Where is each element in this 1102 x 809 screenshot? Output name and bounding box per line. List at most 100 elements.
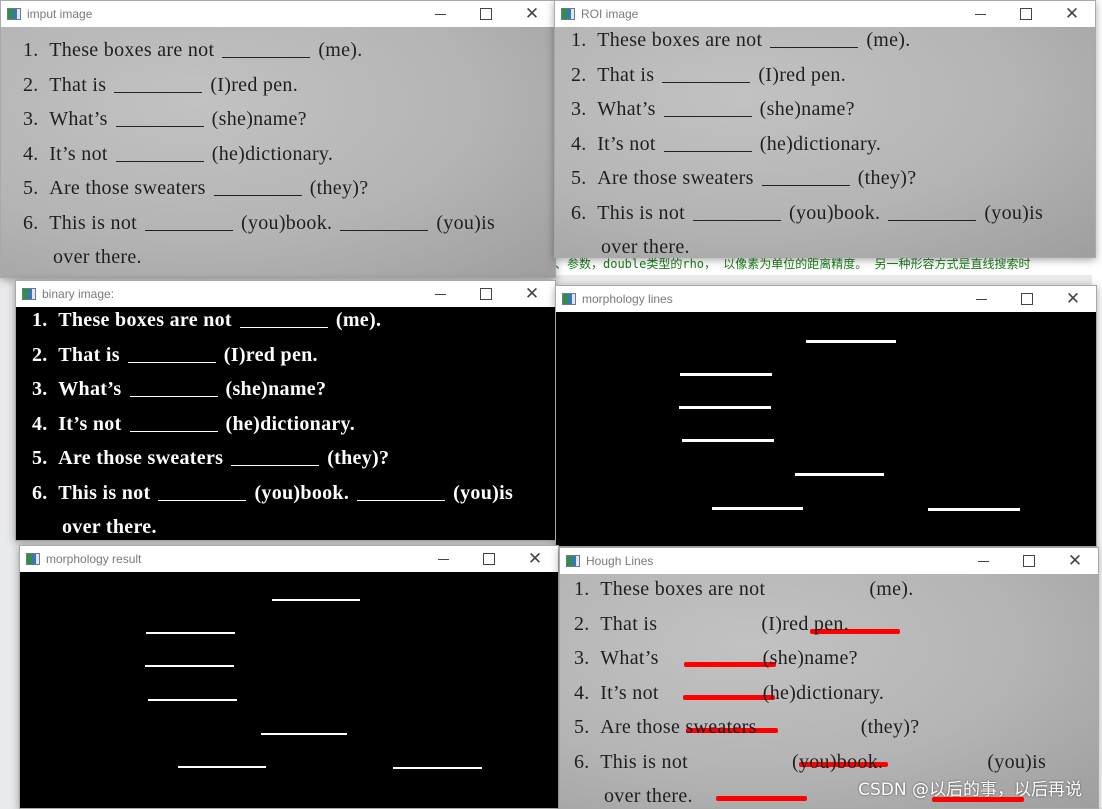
background-editor-text: 、参数，double类型的rho， 以像素为单位的距离精度。 另一种形容方式是直… [555, 255, 1102, 275]
item-number: 5. [32, 447, 48, 469]
item-number: 4. [571, 132, 587, 155]
worksheet-line: over there. [604, 785, 693, 808]
answer-blank [144, 229, 233, 231]
hint-text: (you)book. [254, 481, 350, 504]
minimize-button[interactable] [958, 286, 1004, 312]
maximize-icon [480, 288, 492, 300]
opencv-window-icon [566, 555, 580, 567]
detected-line [682, 439, 774, 442]
minimize-icon [437, 558, 449, 560]
item-number: 3. [574, 647, 590, 669]
sentence-text: This is not [600, 750, 688, 773]
sentence-text: That is [600, 612, 658, 635]
answer-blank [667, 699, 755, 701]
worksheet-line: 1. These boxes are not (me). [23, 39, 363, 62]
titlebar[interactable]: ROI image ✕ [555, 1, 1095, 27]
answer-blank [663, 115, 752, 117]
maximize-icon [1020, 8, 1032, 20]
window-input-image[interactable]: imput image ✕ 1. These boxes are not (me)… [0, 0, 556, 278]
maximize-button[interactable] [463, 1, 509, 27]
detected-line [393, 767, 482, 769]
opencv-window-icon [22, 288, 36, 300]
close-button[interactable]: ✕ [1049, 1, 1095, 27]
maximize-button[interactable] [463, 281, 509, 307]
sentence-text: What’s [58, 378, 122, 400]
worksheet-line: 4. It’s not (he)dictionary. [23, 143, 333, 166]
answer-blank [129, 430, 218, 432]
item-number: 1. [23, 39, 39, 61]
worksheet-line: 4. It’s not (he)dictionary. [574, 682, 884, 705]
detected-line [146, 632, 235, 634]
hint-text: (he)dictionary. [759, 132, 882, 155]
hint-text: (they)? [327, 447, 390, 469]
worksheet-line: 4. It’s not (he)dictionary. [32, 413, 355, 436]
worksheet-line: 4. It’s not (he)dictionary. [571, 133, 881, 156]
answer-blank [158, 499, 247, 501]
titlebar[interactable]: morphology lines ✕ [556, 286, 1096, 312]
minimize-icon [977, 560, 989, 562]
worksheet-line: 5. Are those sweaters (they)? [571, 167, 916, 190]
maximize-button[interactable] [466, 546, 512, 572]
close-button[interactable]: ✕ [512, 546, 558, 572]
hint-text: (I)red pen. [210, 73, 299, 96]
sentence-text: It’s not [58, 412, 122, 435]
window-hough-lines[interactable]: Hough Lines ✕ 1. These boxes are not (me)… [559, 547, 1099, 809]
window-title: morphology result [46, 552, 142, 566]
close-icon: ✕ [524, 3, 540, 24]
hint-text: (I)red pen. [758, 63, 847, 86]
minimize-button[interactable] [420, 546, 466, 572]
answer-blank [770, 46, 859, 48]
image-canvas [20, 572, 558, 808]
worksheet-line: 2. That is (I)red pen. [23, 74, 298, 97]
maximize-button[interactable] [1006, 548, 1052, 574]
hint-text: (you)book. [791, 750, 884, 773]
close-button[interactable]: ✕ [509, 281, 555, 307]
answer-blank [340, 229, 429, 231]
item-number: 5. [574, 716, 590, 738]
minimize-button[interactable] [417, 1, 463, 27]
sentence-text: Are those sweaters [597, 167, 754, 189]
worksheet-line: over there. [53, 246, 142, 269]
titlebar[interactable]: morphology result ✕ [20, 546, 558, 572]
worksheet-line: 2. That is (I)red pen. [571, 64, 846, 87]
hint-text: (she)name? [225, 378, 327, 400]
window-morphology-result[interactable]: morphology result ✕ [19, 545, 559, 809]
maximize-button[interactable] [1003, 1, 1049, 27]
answer-blank [765, 733, 853, 735]
sentence-text: Are those sweaters [600, 716, 757, 738]
hint-text: (you)book. [788, 201, 881, 224]
maximize-icon [1021, 293, 1033, 305]
window-title: Hough Lines [586, 554, 654, 568]
sentence-text: What’s [49, 108, 108, 130]
sentence-text: That is [597, 63, 655, 86]
titlebar[interactable]: Hough Lines ✕ [560, 548, 1098, 574]
worksheet-line: 6. This is not (you)book. (you)is [32, 482, 513, 505]
item-number: 2. [574, 612, 590, 635]
sentence-text: That is [58, 343, 120, 366]
item-number: 6. [571, 201, 587, 224]
minimize-button[interactable] [957, 1, 1003, 27]
window-morphology-lines[interactable]: morphology lines ✕ [555, 285, 1097, 547]
worksheet-line: 1. These boxes are not (me). [574, 578, 914, 601]
maximize-button[interactable] [1004, 286, 1050, 312]
opencv-window-icon [562, 293, 576, 305]
minimize-button[interactable] [417, 281, 463, 307]
minimize-button[interactable] [960, 548, 1006, 574]
window-title: ROI image [581, 7, 639, 21]
titlebar[interactable]: imput image ✕ [1, 1, 555, 27]
minimize-icon [434, 13, 446, 15]
item-number: 6. [574, 750, 590, 773]
item-number: 6. [32, 481, 48, 504]
hint-text: (they)? [857, 167, 917, 189]
window-binary-image[interactable]: binary image: ✕ 1. These boxes are not (m… [15, 280, 556, 541]
sentence-text: It’s not [597, 132, 656, 155]
item-number: 6. [23, 211, 39, 234]
item-number: 3. [32, 378, 48, 400]
item-number: 5. [571, 167, 587, 189]
titlebar[interactable]: binary image: ✕ [16, 281, 555, 307]
close-button[interactable]: ✕ [1052, 548, 1098, 574]
window-roi-image[interactable]: ROI image ✕ 1. These boxes are not (me). 2… [554, 0, 1096, 258]
close-button[interactable]: ✕ [509, 1, 555, 27]
close-button[interactable]: ✕ [1050, 286, 1096, 312]
opencv-window-icon [26, 553, 40, 565]
